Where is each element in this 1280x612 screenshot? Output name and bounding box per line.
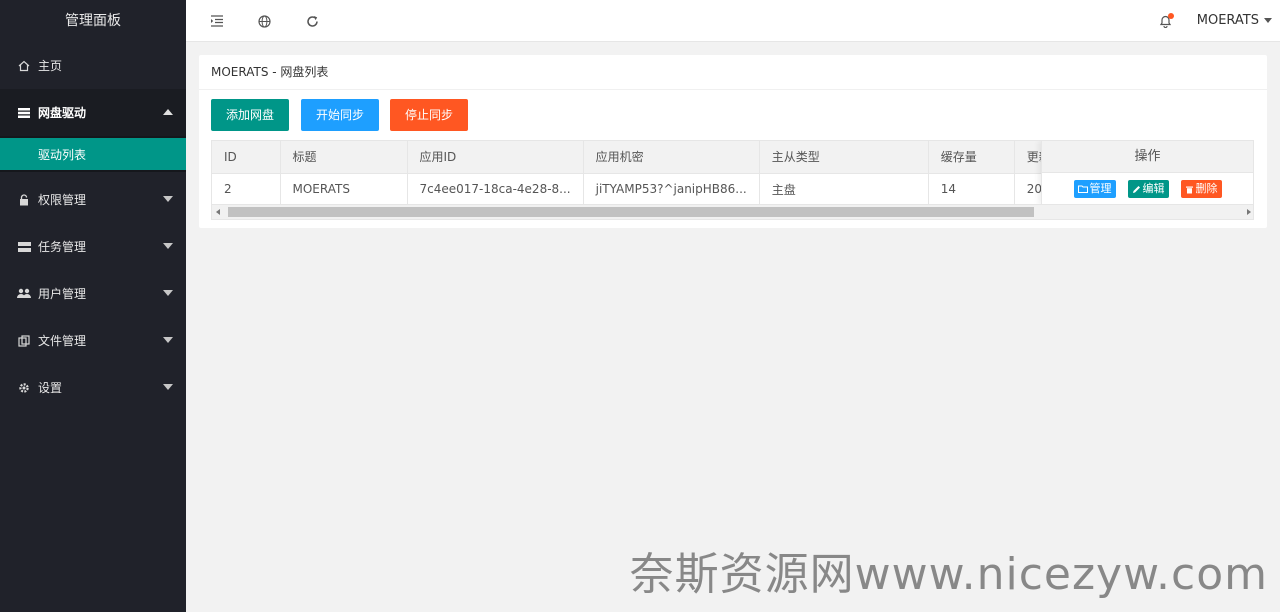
column-header[interactable]: 应用机密 <box>583 141 760 174</box>
list-icon <box>17 107 31 118</box>
table-cell: MOERATS <box>280 173 408 206</box>
username: MOERATS <box>1196 13 1259 28</box>
delete-button[interactable]: 删除 <box>1180 180 1222 198</box>
lock-icon <box>17 193 31 206</box>
notification-dot <box>1168 13 1174 19</box>
sidebar-item-settings[interactable]: 设置 <box>0 364 186 411</box>
users-icon <box>17 288 31 299</box>
sidebar-item-permissions[interactable]: 权限管理 <box>0 176 186 223</box>
chevron-down-icon <box>163 337 173 343</box>
actions-header: 操作 <box>1042 141 1253 173</box>
chevron-down-icon <box>163 384 173 390</box>
drive-list-card: MOERATS - 网盘列表 添加网盘 开始同步 停止同步 ID 标题 应用ID… <box>199 55 1267 228</box>
sidebar-item-label: 设置 <box>38 381 63 395</box>
refresh-icon[interactable] <box>303 12 321 30</box>
user-menu[interactable]: MOERATS <box>1197 0 1272 42</box>
table-row[interactable]: 2 MOERATS 7c4ee017-18ca-4e28-8... jiTYAM… <box>212 173 1105 206</box>
sidebar-item-drive-list[interactable]: 驱动列表 <box>0 138 186 170</box>
sidebar-submenu: 驱动列表 <box>0 136 186 172</box>
sidebar-item-home[interactable]: 主页 <box>0 42 186 89</box>
chevron-down-icon <box>1264 18 1272 23</box>
table-cell: 主盘 <box>759 173 929 206</box>
sidebar-item-label: 权限管理 <box>38 193 87 207</box>
stop-sync-button[interactable]: 停止同步 <box>390 99 469 131</box>
edit-label: 编辑 <box>1142 182 1165 195</box>
files-icon <box>17 334 31 347</box>
add-drive-button[interactable]: 添加网盘 <box>211 99 290 131</box>
column-header[interactable]: ID <box>212 141 281 174</box>
folder-icon <box>1077 185 1088 193</box>
home-icon <box>17 60 31 72</box>
table-header-row: ID 标题 应用ID 应用机密 主从类型 缓存量 更新时 <box>212 141 1105 174</box>
watermark-text: 奈斯资源网www.nicezyw.com <box>629 549 1268 600</box>
card-title: MOERATS - 网盘列表 <box>199 55 1267 90</box>
menu-fold-icon[interactable] <box>208 12 226 30</box>
bell-icon[interactable] <box>1156 12 1174 30</box>
column-header[interactable]: 缓存量 <box>928 141 1015 174</box>
sidebar-item-label: 网盘驱动 <box>38 106 87 120</box>
column-header[interactable]: 应用ID <box>407 141 584 174</box>
drive-table-grid: ID 标题 应用ID 应用机密 主从类型 缓存量 更新时 2 MOERATS 7… <box>212 141 1105 206</box>
chevron-down-icon <box>163 290 173 296</box>
top-header: MOERATS <box>186 0 1280 42</box>
scrollbar-thumb[interactable] <box>228 207 1034 217</box>
table-cell: jiTYAMP53?^janipHB86... <box>583 173 760 206</box>
pencil-icon <box>1132 185 1140 193</box>
start-sync-button[interactable]: 开始同步 <box>301 99 380 131</box>
sidebar-item-drives[interactable]: 网盘驱动 <box>0 89 186 136</box>
actions-column: 操作 管理 编辑 删除 <box>1041 141 1253 205</box>
chevron-up-icon <box>163 109 173 115</box>
sidebar-item-files[interactable]: 文件管理 <box>0 317 186 364</box>
sidebar-title: 管理面板 <box>65 13 121 29</box>
scroll-right-icon[interactable] <box>1247 209 1251 215</box>
column-header[interactable]: 主从类型 <box>759 141 929 174</box>
globe-icon[interactable] <box>255 12 273 30</box>
column-header[interactable]: 标题 <box>280 141 408 174</box>
drive-table: ID 标题 应用ID 应用机密 主从类型 缓存量 更新时 2 MOERATS 7… <box>211 140 1254 220</box>
sidebar-item-label: 用户管理 <box>38 287 87 301</box>
table-cell: 14 <box>928 173 1015 206</box>
sidebar-item-label: 主页 <box>38 59 63 73</box>
actions-cell: 管理 编辑 删除 <box>1042 173 1253 205</box>
table-cell: 7c4ee017-18ca-4e28-8... <box>407 173 584 206</box>
chevron-down-icon <box>163 243 173 249</box>
delete-label: 删除 <box>1195 182 1218 195</box>
horizontal-scrollbar[interactable] <box>212 204 1253 219</box>
manage-button[interactable]: 管理 <box>1073 180 1116 198</box>
sidebar-item-tasks[interactable]: 任务管理 <box>0 223 186 270</box>
sidebar-item-label: 文件管理 <box>38 334 87 348</box>
sidebar: 管理面板 主页 网盘驱动 驱动列表 权限管理 任务管理 用户管理 文件管理 设置 <box>0 0 186 612</box>
sidebar-item-label: 任务管理 <box>38 240 87 254</box>
trash-icon <box>1185 186 1193 193</box>
table-cell: 2 <box>212 173 281 206</box>
gear-icon <box>17 382 31 394</box>
chevron-down-icon <box>163 196 173 202</box>
edit-button[interactable]: 编辑 <box>1127 180 1169 198</box>
server-icon <box>17 241 31 252</box>
scroll-left-icon[interactable] <box>216 209 220 215</box>
sidebar-item-users[interactable]: 用户管理 <box>0 270 186 317</box>
manage-label: 管理 <box>1089 182 1112 195</box>
